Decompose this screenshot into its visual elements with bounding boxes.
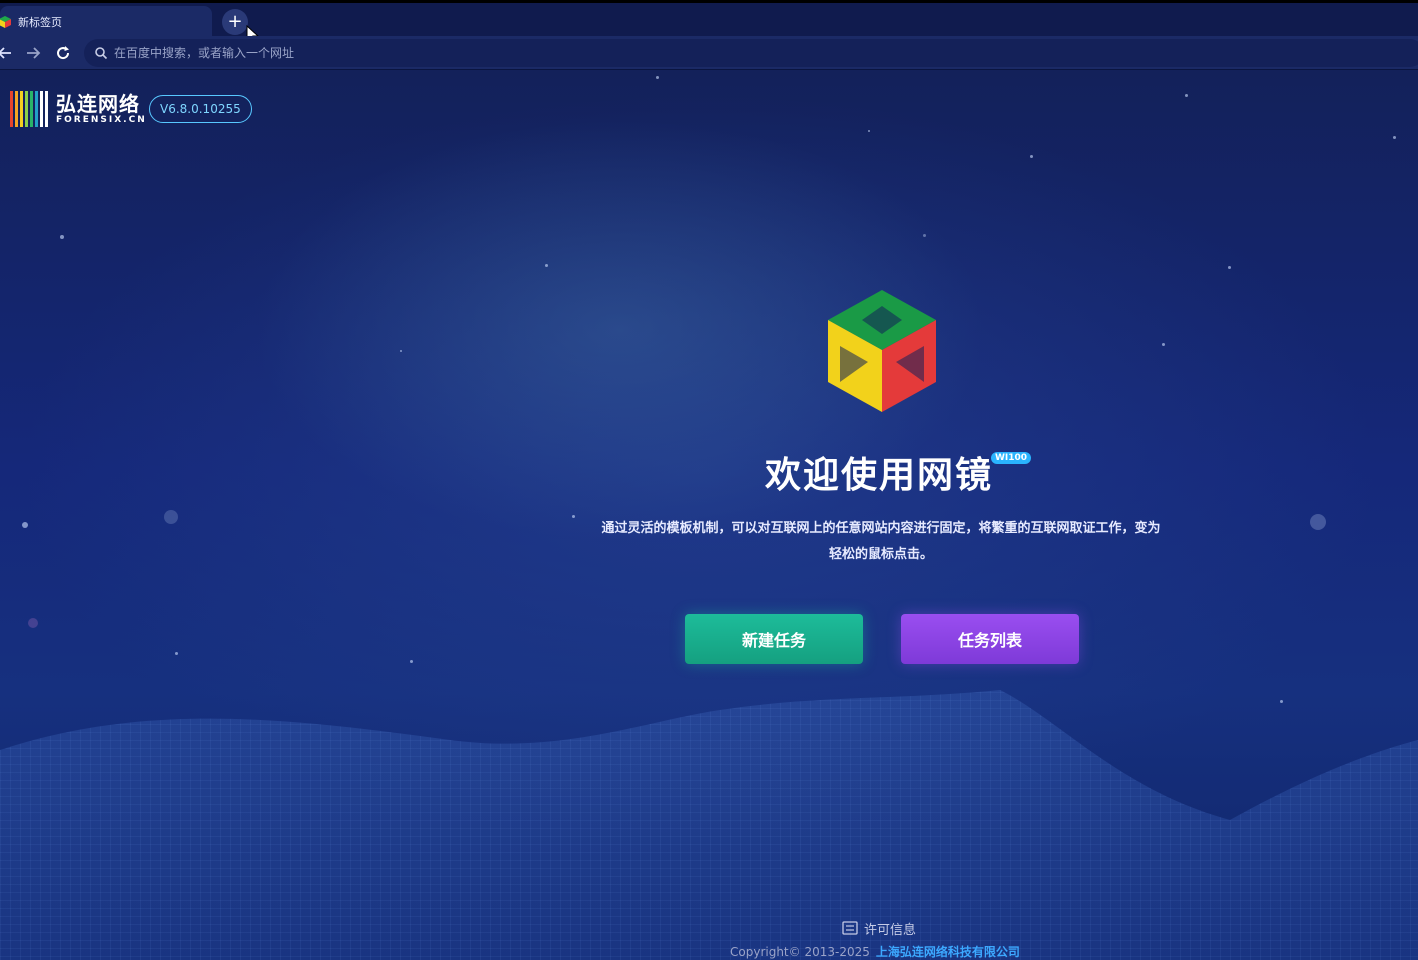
brand-domain: FORENSIX.CN [56, 115, 147, 125]
star [868, 130, 870, 132]
copyright-text: Copyright© 2013-2025 上海弘连网络科技有限公司 [730, 943, 1020, 960]
browser-tab[interactable]: 新标签页 [0, 6, 212, 37]
license-card-icon [842, 921, 858, 935]
welcome-heading: 欢迎使用网镜 WI100 [0, 446, 1418, 498]
new-tab-button[interactable]: + [222, 9, 248, 35]
browser-tab-bar: 新标签页 + [0, 0, 1418, 45]
task-list-button[interactable]: 任务列表 [901, 614, 1079, 664]
brand-stripes-icon [10, 91, 48, 127]
page-body: 弘连网络 FORENSIX.CN V6.8.0.10255 欢迎使用网镜 WI1… [0, 70, 1418, 960]
star [60, 235, 64, 239]
browser-toolbar [0, 36, 1418, 70]
star [1162, 343, 1165, 346]
cube-favicon-icon [0, 15, 11, 28]
brand-logo: 弘连网络 FORENSIX.CN [10, 88, 147, 130]
back-button[interactable] [0, 42, 16, 64]
arrow-right-icon [27, 47, 41, 59]
tab-title: 新标签页 [18, 15, 62, 29]
product-tag-badge: WI100 [990, 452, 1031, 464]
star [572, 515, 575, 518]
welcome-title: 欢迎使用网镜 [764, 455, 993, 496]
license-info-link[interactable]: 许可信息 [842, 918, 916, 938]
star [656, 76, 659, 79]
company-link[interactable]: 上海弘连网络科技有限公司 [876, 945, 1020, 959]
star [923, 234, 926, 237]
star [22, 522, 28, 528]
star [1310, 514, 1326, 530]
version-badge: V6.8.0.10255 [149, 95, 252, 123]
star [545, 264, 548, 267]
forward-button[interactable] [22, 42, 44, 64]
product-cube-logo [828, 290, 936, 412]
star [164, 510, 178, 524]
brand-name: 弘连网络 [56, 92, 140, 116]
star [1185, 94, 1188, 97]
star [1030, 155, 1033, 158]
reload-icon [57, 46, 70, 60]
star [28, 618, 38, 628]
address-input[interactable] [114, 46, 714, 60]
arrow-left-icon [0, 47, 11, 59]
search-icon [95, 47, 108, 60]
star [400, 350, 402, 352]
copyright-years: Copyright© 2013-2025 [730, 945, 870, 959]
address-bar[interactable] [84, 39, 1418, 67]
welcome-description: 通过灵活的模板机制，可以对互联网上的任意网站内容进行固定，将繁重的互联网取证工作… [601, 521, 1161, 562]
wireframe-terrain-decoration [0, 690, 1418, 960]
star [175, 652, 178, 655]
reload-button[interactable] [52, 42, 74, 64]
new-task-button[interactable]: 新建任务 [685, 614, 863, 664]
star [1393, 136, 1396, 139]
star [1228, 266, 1231, 269]
license-label: 许可信息 [864, 922, 917, 938]
